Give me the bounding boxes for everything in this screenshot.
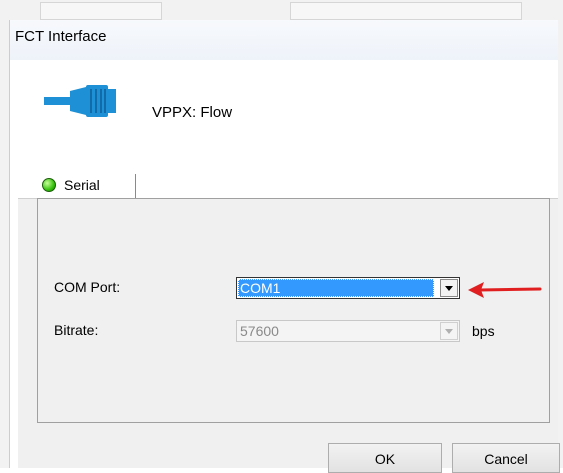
serial-connector-icon: [44, 85, 116, 117]
com-port-value: COM1: [238, 279, 434, 297]
bitrate-value: 57600: [240, 323, 279, 339]
bitrate-label: Bitrate:: [54, 322, 99, 338]
background-field: [290, 2, 522, 20]
window-title: FCT Interface: [15, 28, 107, 45]
device-header: VPPX: Flow: [18, 61, 558, 171]
com-port-dropdown[interactable]: COM1: [236, 277, 460, 299]
com-port-label: COM Port:: [54, 279, 121, 295]
title-bar[interactable]: FCT Interface: [10, 20, 558, 60]
bitrate-dropdown-button: [440, 322, 458, 340]
bitrate-unit: bps: [472, 323, 495, 339]
cancel-button[interactable]: Cancel: [452, 443, 560, 473]
tab-serial[interactable]: Serial: [38, 174, 136, 198]
chevron-down-icon: [445, 329, 453, 334]
serial-tab-page: COM Port: COM1 Bitrate: 57600 bps: [37, 198, 550, 423]
chevron-down-icon: [445, 286, 453, 291]
ok-button[interactable]: OK: [328, 443, 442, 473]
fct-interface-dialog: FCT Interface VPPX: Flow Serial COM Port…: [9, 20, 560, 473]
device-label: VPPX: Flow: [152, 104, 233, 121]
background-field: [40, 2, 162, 20]
red-annotation-arrow: [468, 282, 542, 298]
tab-label: Serial: [64, 177, 100, 193]
status-led-icon: [42, 178, 56, 192]
settings-panel: Serial COM Port: COM1 Bitrate: 57600 bps…: [18, 171, 560, 473]
com-port-dropdown-button[interactable]: [440, 279, 458, 297]
tab-strip: Serial: [18, 171, 558, 199]
bitrate-dropdown: 57600: [236, 320, 460, 342]
